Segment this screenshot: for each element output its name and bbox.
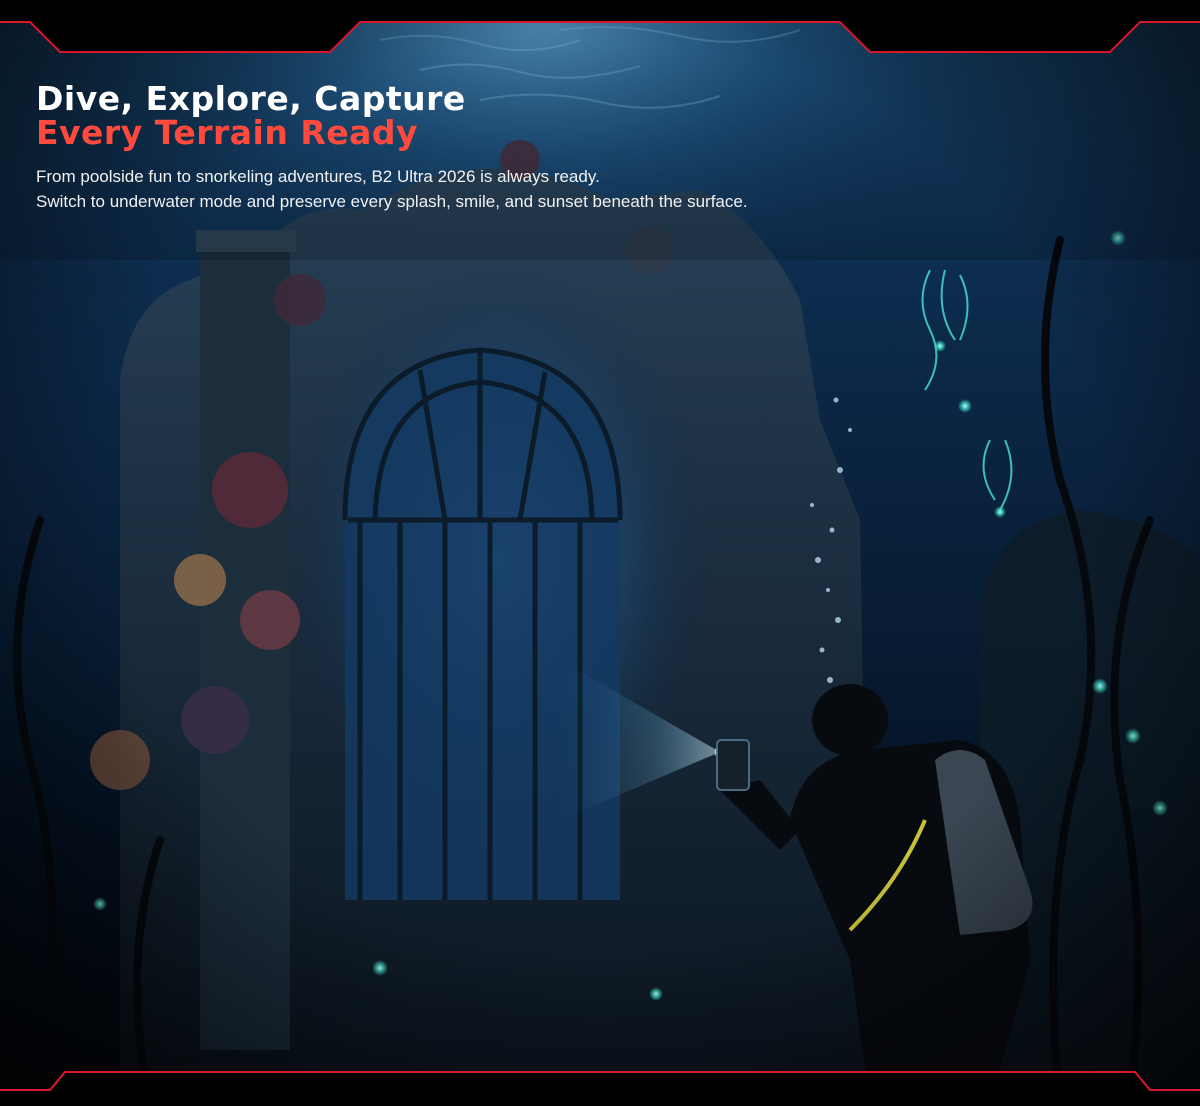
hero-text: Dive, Explore, Capture Every Terrain Rea… bbox=[36, 82, 936, 214]
hero-banner: Dive, Explore, Capture Every Terrain Rea… bbox=[0, 0, 1200, 1106]
hero-description: From poolside fun to snorkeling adventur… bbox=[36, 164, 936, 214]
description-line-1: From poolside fun to snorkeling adventur… bbox=[36, 167, 600, 186]
headline-primary: Dive, Explore, Capture bbox=[36, 79, 466, 118]
headline-accent: Every Terrain Ready bbox=[36, 113, 419, 152]
description-line-2: Switch to underwater mode and preserve e… bbox=[36, 192, 748, 211]
